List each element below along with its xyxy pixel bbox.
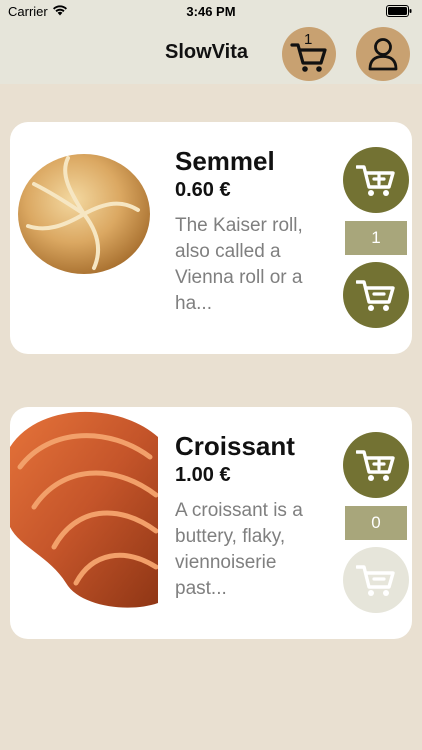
product-card-semmel: Semmel 0.60 € The Kaiser roll, also call… <box>10 122 412 354</box>
cart-button[interactable]: 1 <box>282 27 336 81</box>
product-description: The Kaiser roll, also called a Vienna ro… <box>175 215 303 314</box>
product-price: 1.00 € <box>175 464 231 486</box>
status-bar: Carrier 3:46 PM <box>0 0 422 22</box>
cart-plus-icon <box>356 450 395 481</box>
profile-button[interactable] <box>356 27 410 81</box>
remove-from-cart-button[interactable] <box>343 262 409 328</box>
quantity-display: 1 <box>345 221 407 255</box>
product-name: Semmel <box>175 146 275 176</box>
status-time: 3:46 PM <box>186 4 236 19</box>
quantity-display: 0 <box>345 506 407 540</box>
battery-icon <box>386 5 412 17</box>
add-to-cart-button[interactable] <box>343 147 409 213</box>
add-to-cart-button[interactable] <box>343 432 409 498</box>
navigation-bar: SlowVita 1 <box>0 22 422 84</box>
product-image-semmel <box>10 122 158 354</box>
app-title: SlowVita <box>165 41 248 63</box>
person-icon <box>368 38 398 71</box>
cart-minus-icon <box>356 280 395 311</box>
remove-from-cart-button[interactable] <box>343 547 409 613</box>
cart-minus-icon <box>356 565 395 596</box>
product-name: Croissant <box>175 431 295 461</box>
cart-icon <box>290 43 327 72</box>
product-description: A croissant is a buttery, flaky, viennoi… <box>175 500 303 599</box>
product-image-croissant <box>10 407 158 639</box>
cart-plus-icon <box>356 165 395 196</box>
product-card-croissant: Croissant 1.00 € A croissant is a butter… <box>10 407 412 639</box>
product-price: 0.60 € <box>175 179 231 201</box>
